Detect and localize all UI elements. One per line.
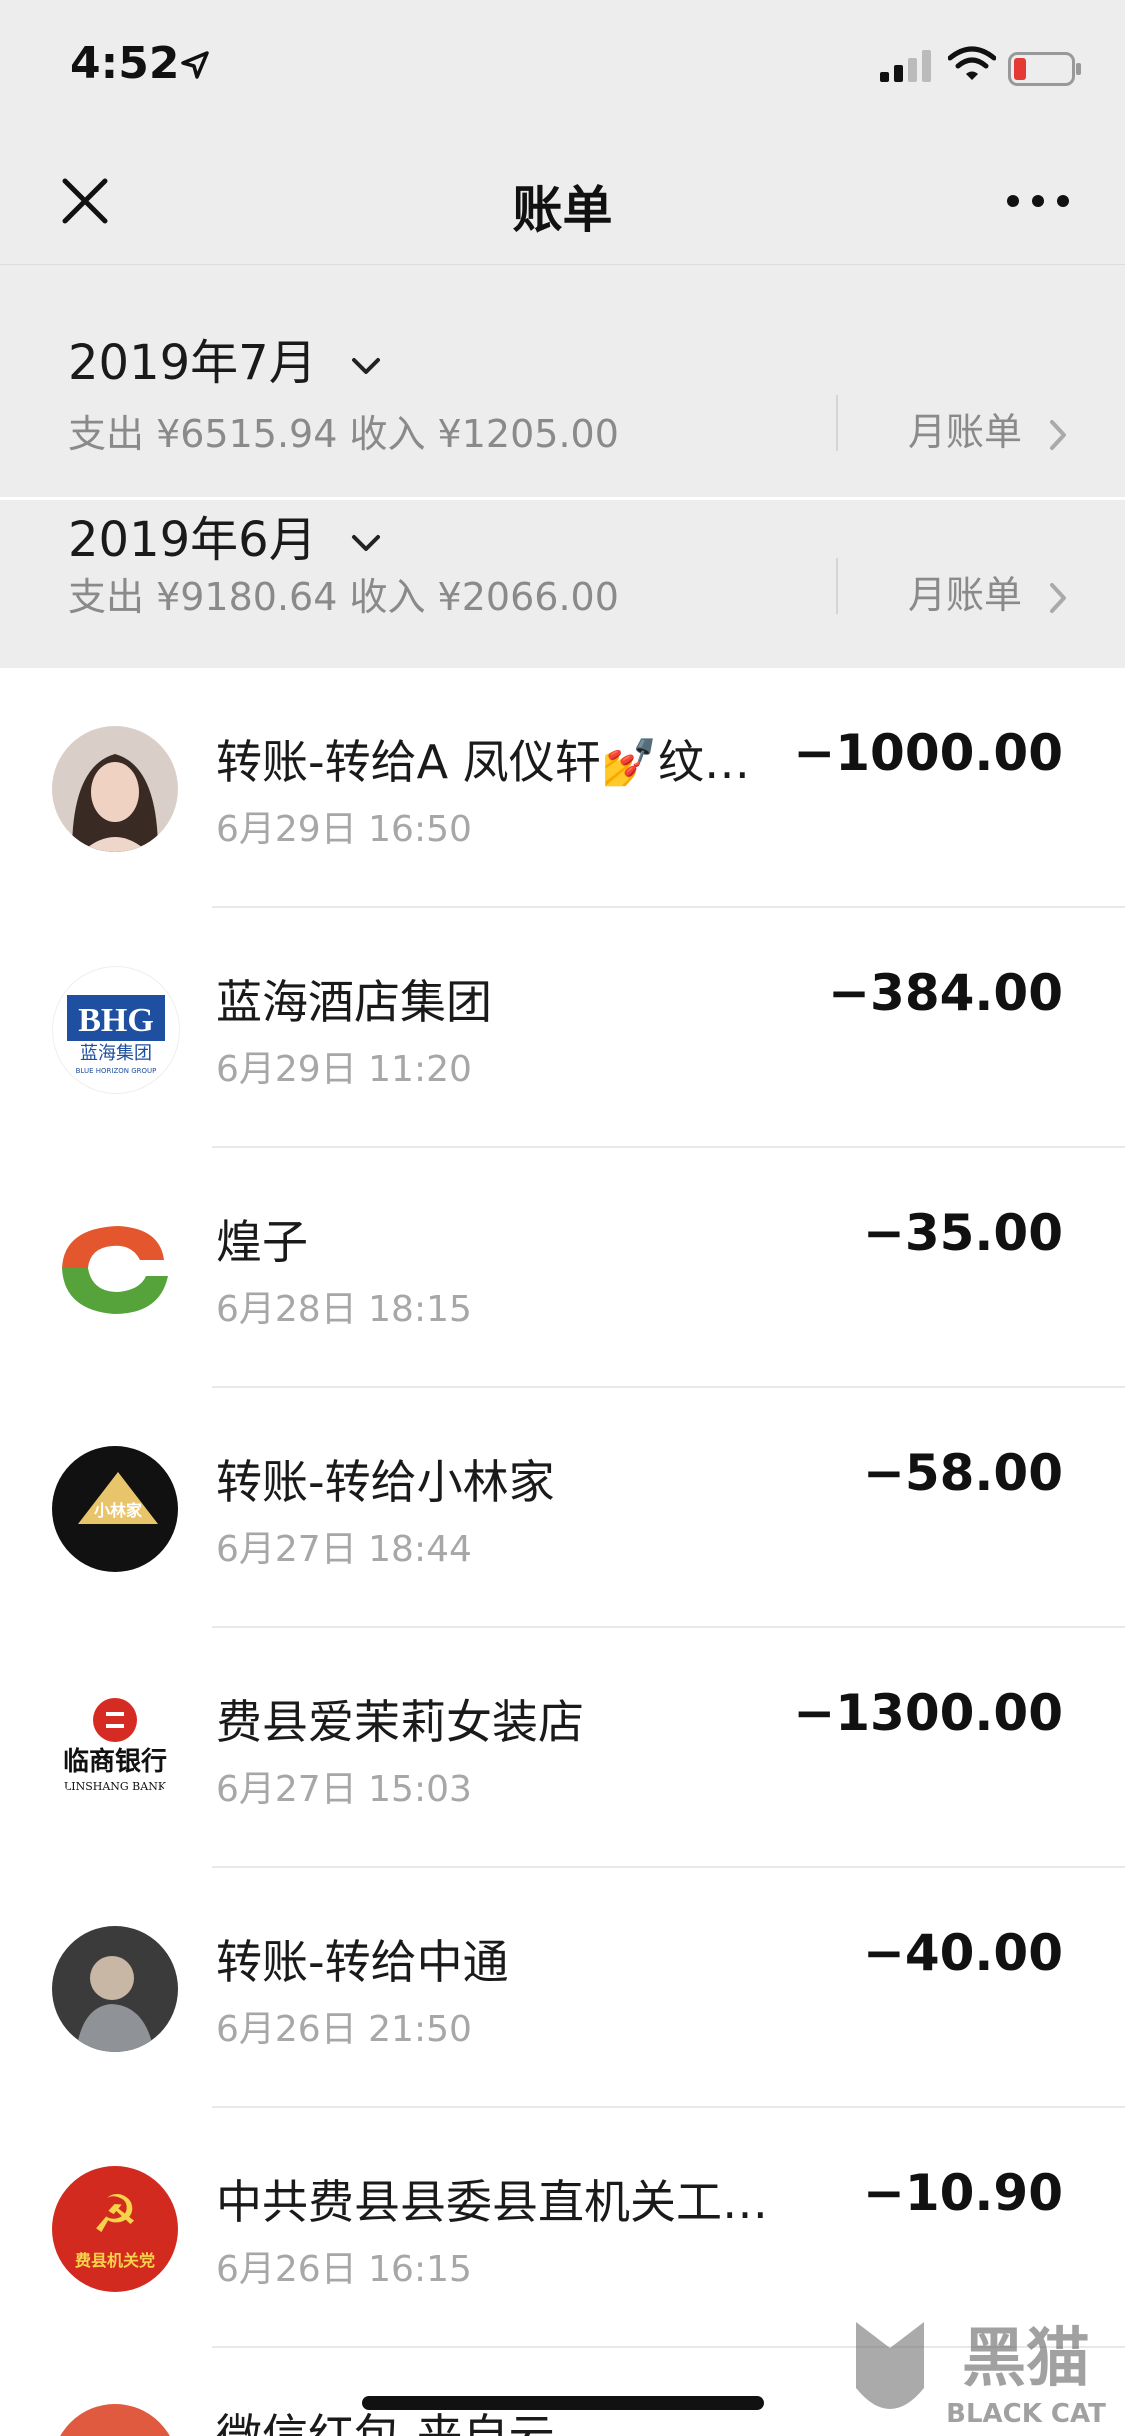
bhg-logo-en: BLUE HORIZON GROUP [76, 1067, 157, 1075]
month-section-june: 2019年6月 支出 ¥9180.64 收入 ¥2066.00 月账单 [0, 500, 1125, 668]
transaction-time: 6月29日 16:50 [216, 809, 472, 850]
battery-icon [1008, 52, 1081, 86]
transaction-time: 6月27日 18:44 [216, 1529, 472, 1570]
chevron-down-icon [351, 535, 380, 551]
page-title: 账单 [512, 181, 613, 239]
month-summary: 支出 ¥6515.94 收入 ¥1205.00 [68, 412, 619, 456]
chevron-down-icon [351, 358, 380, 374]
party-logo-text: 费县机关党 [75, 2251, 155, 2270]
monthly-bill-label: 月账单 [908, 410, 1023, 454]
merchant-logo [52, 1206, 178, 1332]
party-emblem-icon: ☭ [92, 2185, 139, 2245]
status-time: 4:52 [70, 38, 180, 89]
transaction-time: 6月26日 16:15 [216, 2249, 472, 2290]
home-indicator [362, 2396, 764, 2410]
red-packet-avatar [52, 2404, 178, 2436]
transaction-time: 6月29日 11:20 [216, 1049, 472, 1090]
month-title: 2019年7月 [68, 335, 317, 391]
bhg-logo-text: BHG [78, 1002, 154, 1039]
transaction-amount: −58.00 [862, 1444, 1063, 1502]
bhg-logo: BHG 蓝海集团 BLUE HORIZON GROUP [52, 966, 180, 1094]
status-bar: 4:52 [0, 0, 1125, 140]
black-cat-watermark: 黑猫 BLACK CAT [856, 2322, 1106, 2429]
transaction-time: 6月26日 21:50 [216, 2009, 472, 2050]
avatar [52, 1926, 178, 2052]
divider [836, 395, 838, 451]
linshang-bank-logo: 临商银行 LINSHANG BANK [52, 1686, 178, 1812]
transaction-row[interactable]: 临商银行 LINSHANG BANK 费县爱茉莉女装店 6月27日 15:03 … [0, 1628, 1125, 1868]
transaction-row[interactable]: 转账-转给中通 6月26日 21:50 −40.00 [0, 1868, 1125, 2108]
month-selector[interactable]: 2019年7月 [68, 323, 382, 393]
transaction-row[interactable]: BHG 蓝海集团 BLUE HORIZON GROUP 蓝海酒店集团 6月29日… [0, 908, 1125, 1148]
monthly-bill-link[interactable]: 月账单 [908, 401, 1068, 456]
transaction-title: 费县爱茉莉女装店 [216, 1695, 584, 1749]
avatar [52, 726, 178, 852]
transaction-amount: −1300.00 [793, 1684, 1063, 1742]
transaction-time: 6月28日 18:15 [216, 1289, 472, 1330]
transaction-amount: −384.00 [828, 964, 1063, 1022]
nav-bar: 账单 [0, 140, 1125, 265]
transaction-title: 转账-转给中通 [216, 1935, 509, 1989]
transaction-row[interactable]: 小林家 转账-转给小林家 6月27日 18:44 −58.00 [0, 1388, 1125, 1628]
cellular-signal-icon [880, 50, 931, 82]
monthly-bill-link[interactable]: 月账单 [908, 564, 1068, 619]
chevron-right-icon [1050, 582, 1067, 613]
bhg-logo-sub: 蓝海集团 [80, 1043, 152, 1064]
transaction-title: 中共费县县委县直机关工… [216, 2175, 768, 2229]
transaction-row[interactable]: ☭ 费县机关党 中共费县县委县直机关工… 6月26日 16:15 −10.90 [0, 2108, 1125, 2348]
transaction-title: 蓝海酒店集团 [216, 975, 492, 1029]
transaction-amount: −1000.00 [793, 724, 1063, 782]
wifi-icon [948, 46, 996, 80]
transaction-time: 6月27日 15:03 [216, 1769, 472, 1810]
divider [836, 558, 838, 614]
watermark-sub: BLACK CAT [946, 2399, 1106, 2429]
more-options-icon[interactable] [1003, 168, 1073, 234]
watermark-text: 黑猫 [962, 2322, 1090, 2396]
xiaolinjia-logo: 小林家 [52, 1446, 178, 1572]
transaction-title: 转账-转给小林家 [216, 1455, 555, 1509]
monthly-bill-label: 月账单 [908, 573, 1023, 617]
party-emblem-logo: ☭ 费县机关党 [52, 2166, 178, 2292]
transaction-title: 煌子 [216, 1215, 308, 1269]
month-title: 2019年6月 [68, 512, 317, 568]
location-arrow-icon [181, 51, 209, 79]
month-section-july: 2019年7月 支出 ¥6515.94 收入 ¥1205.00 月账单 [0, 265, 1125, 497]
transaction-title: 转账-转给A 凤仪轩💅纹… [216, 735, 750, 789]
chevron-right-icon [1050, 419, 1067, 450]
transaction-row[interactable]: 转账-转给A 凤仪轩💅纹… 6月29日 16:50 −1000.00 [0, 668, 1125, 908]
transaction-amount: −10.90 [862, 2164, 1063, 2222]
transaction-amount: −40.00 [862, 1924, 1063, 1982]
month-summary: 支出 ¥9180.64 收入 ¥2066.00 [68, 575, 619, 619]
xiaolinjia-logo-text: 小林家 [94, 1501, 143, 1520]
linshang-logo-text: 临商银行 [63, 1746, 167, 1777]
month-selector[interactable]: 2019年6月 [68, 500, 382, 570]
transaction-amount: −35.00 [862, 1204, 1063, 1262]
linshang-logo-en: LINSHANG BANK [64, 1780, 167, 1793]
transaction-row[interactable]: 煌子 6月28日 18:15 −35.00 [0, 1148, 1125, 1388]
